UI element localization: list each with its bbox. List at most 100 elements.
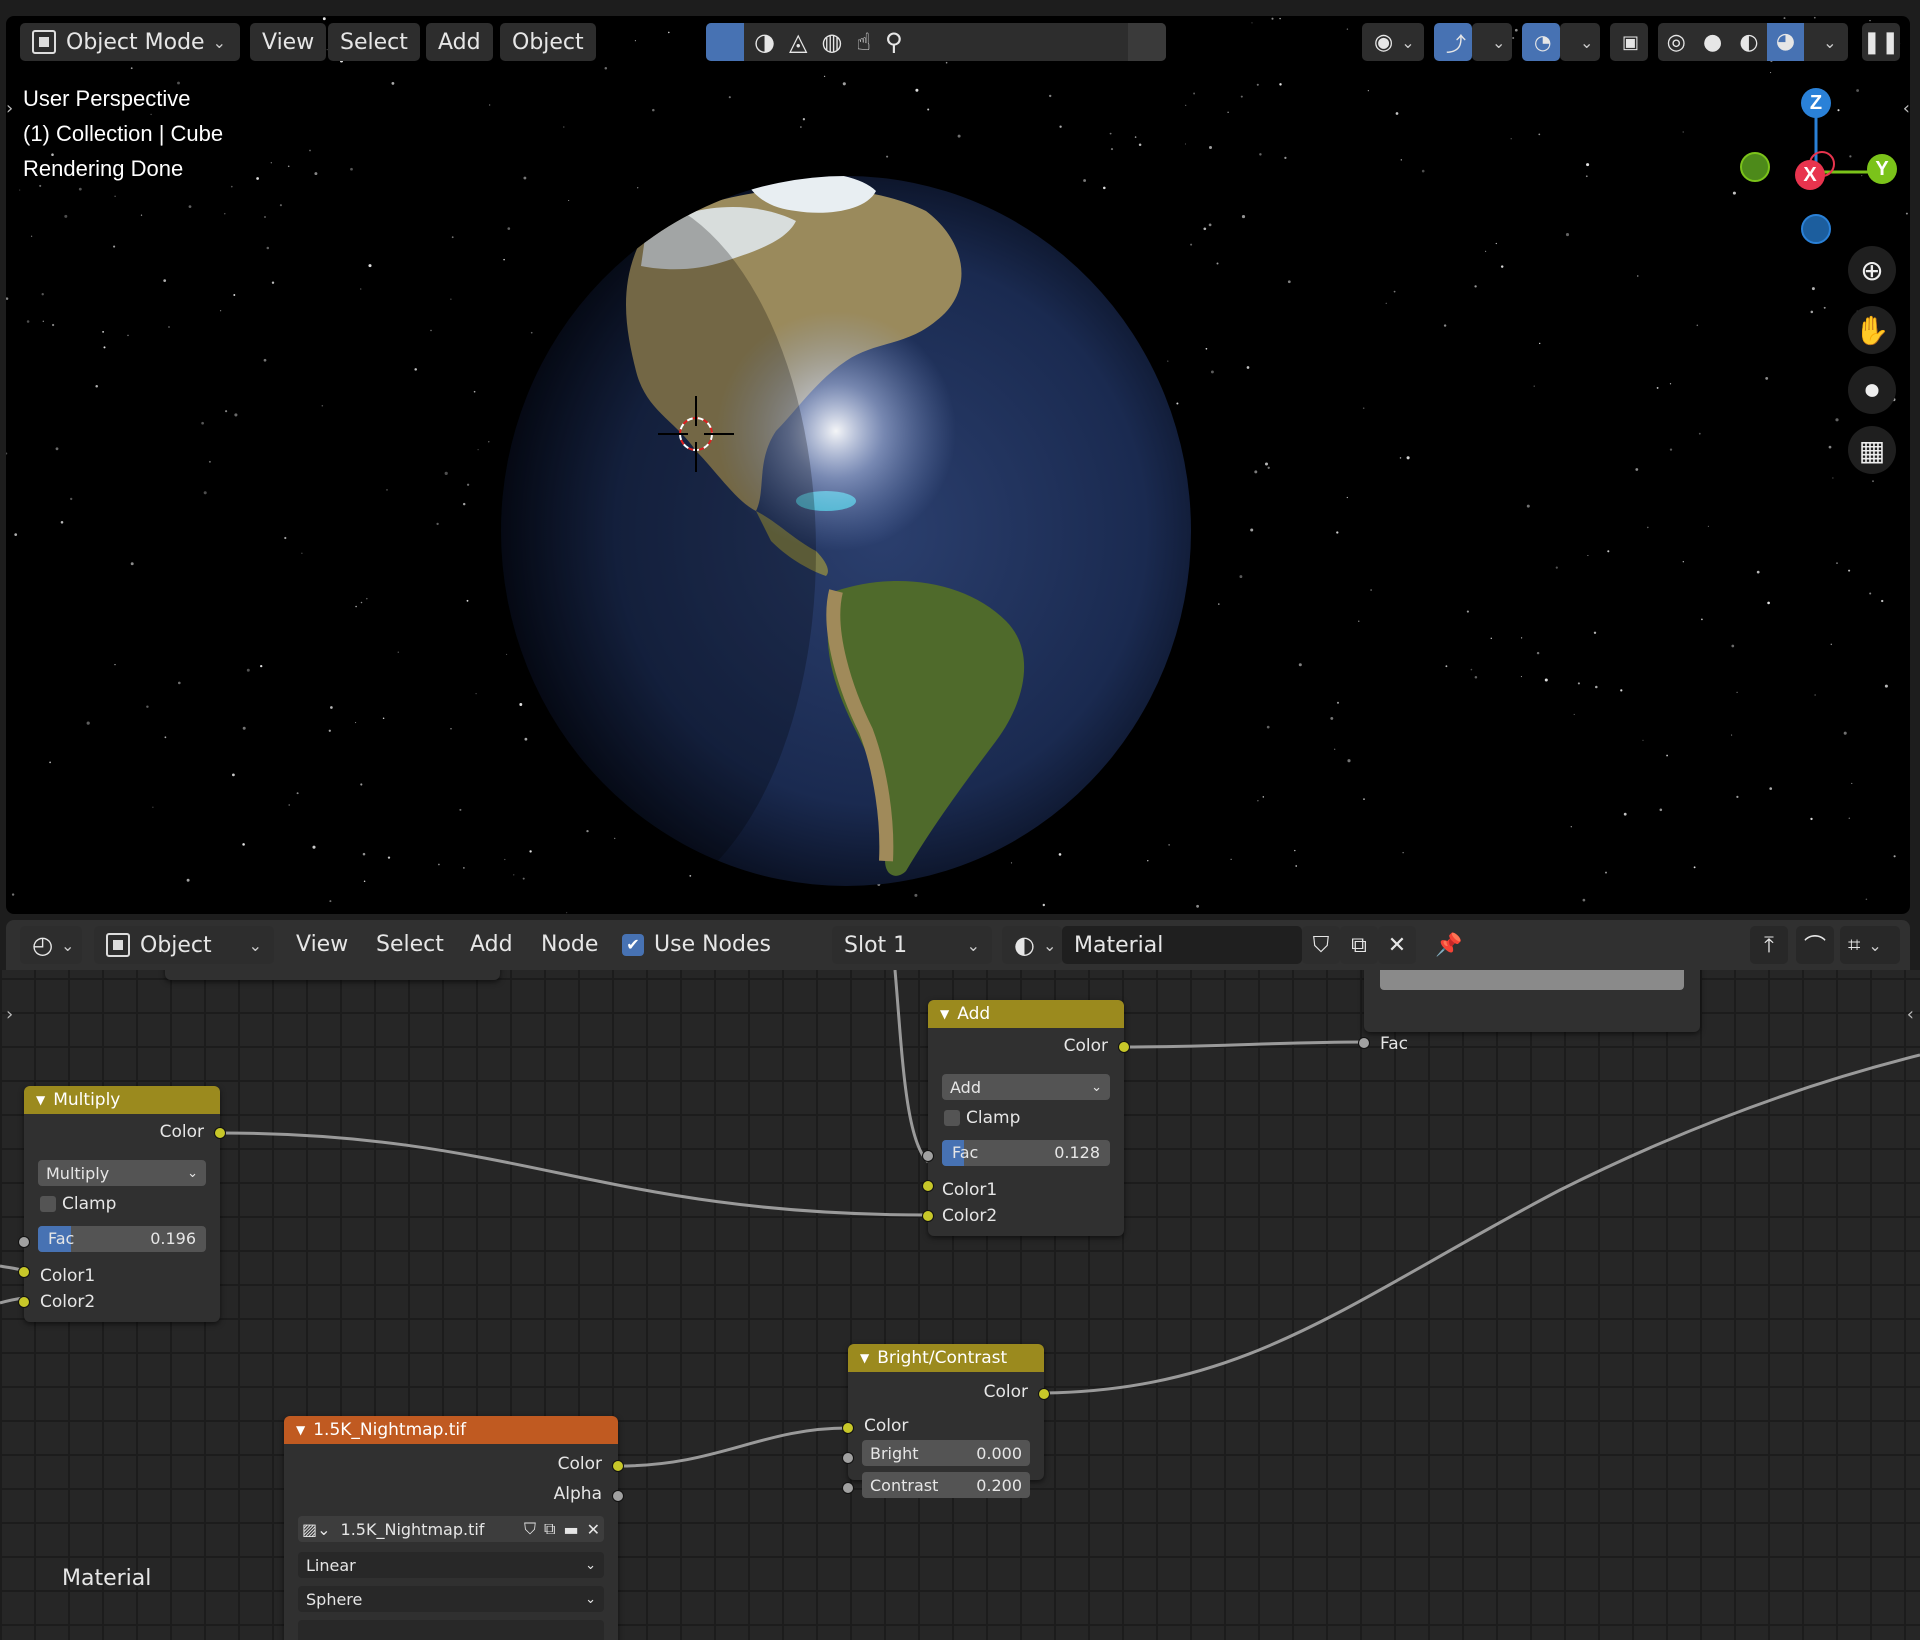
multiply-node-header[interactable]: ▼ Multiply	[24, 1086, 220, 1114]
add-mix-node[interactable]: ▼ Add Color Add ⌄ Clamp Fac 0.128 Color1 C…	[928, 1000, 1124, 1236]
parent-node-tree-button[interactable]: ⤒	[1750, 926, 1788, 964]
bright-contrast-header[interactable]: ▼ Bright/Contrast	[848, 1344, 1044, 1372]
node-menu-select[interactable]: Select	[376, 932, 444, 957]
add-fac-input-socket[interactable]	[922, 1150, 934, 1162]
light-icon[interactable]: ◬	[789, 28, 807, 56]
close-icon[interactable]: ✕	[587, 1520, 600, 1539]
3d-viewport[interactable]: Object Mode ⌄ View Select Add Object ◑ ◬…	[6, 16, 1910, 914]
gizmo-x-axis[interactable]: X	[1795, 160, 1825, 190]
projection-dropdown[interactable]: Sphere ⌄	[298, 1586, 604, 1612]
duplicate-material-button[interactable]: ⧉	[1340, 926, 1378, 964]
editor-type-dropdown[interactable]: ◴ ⌄	[20, 926, 82, 964]
collapse-triangle-icon[interactable]: ▼	[296, 1423, 305, 1437]
solid-shading-icon[interactable]: ●	[1694, 30, 1730, 55]
image-alpha-output-socket[interactable]	[612, 1490, 624, 1502]
shading-sphere-icon[interactable]: ◑	[754, 28, 775, 56]
earth-globe[interactable]	[496, 171, 1196, 891]
bright-contrast-color-input-socket[interactable]	[842, 1422, 854, 1434]
material-browse-button[interactable]: ◐ ⌄	[1002, 926, 1062, 964]
multiply-output-color-socket[interactable]	[214, 1127, 226, 1139]
multiply-fac-input-socket[interactable]	[18, 1236, 30, 1248]
add-node-header[interactable]: ▼ Add	[928, 1000, 1124, 1028]
pause-render-button[interactable]: ❚❚	[1862, 23, 1900, 61]
gizmo-y-axis[interactable]: Y	[1867, 154, 1897, 184]
gizmo-dropdown[interactable]: ⌄	[1472, 23, 1512, 61]
wireframe-shading-icon[interactable]: ◎	[1658, 30, 1694, 55]
viewport-menu-add[interactable]: Add	[426, 23, 493, 61]
add-clamp-checkbox[interactable]	[944, 1110, 960, 1126]
collapse-triangle-icon[interactable]: ▼	[940, 1007, 949, 1021]
node-menu-node[interactable]: Node	[541, 932, 598, 957]
mix-fac-input-socket[interactable]	[1358, 1037, 1370, 1049]
node-editor-canvas[interactable]: › ‹ Fac ▼ Add Color Add ⌄ Clamp Fac 0.128 …	[0, 970, 1920, 1640]
chevron-down-icon[interactable]: ⌄	[1812, 33, 1848, 52]
add-output-color-socket[interactable]	[1118, 1041, 1130, 1053]
snap-settings-dropdown[interactable]: ⌗ ⌄	[1840, 926, 1900, 964]
add-color2-input-socket[interactable]	[922, 1210, 934, 1222]
overlays-dropdown[interactable]: ⌄	[1560, 23, 1600, 61]
viewport-menu-select[interactable]: Select	[328, 23, 420, 61]
multiply-fac-slider[interactable]: Fac 0.196	[38, 1226, 206, 1252]
overlays-toggle-button[interactable]: ◔	[1522, 23, 1560, 61]
shader-type-dropdown[interactable]: Object ⌄	[94, 926, 274, 964]
mix-node-partial[interactable]	[1364, 970, 1700, 1032]
pin-button[interactable]: 📌	[1430, 926, 1468, 964]
object-mode-dropdown[interactable]: Object Mode ⌄	[20, 23, 240, 61]
color-swatch-field[interactable]	[1380, 970, 1684, 990]
add-fac-slider[interactable]: Fac 0.128	[942, 1140, 1110, 1166]
toolbar-end-icon[interactable]	[1128, 23, 1166, 61]
bright-contrast-node[interactable]: ▼ Bright/Contrast Color Color Bright 0.000	[848, 1344, 1044, 1480]
duplicate-icon[interactable]: ⧉	[544, 1519, 555, 1539]
contrast-input-socket[interactable]	[842, 1482, 854, 1494]
visibility-dropdown[interactable]: ◉ ⌄	[1362, 23, 1424, 61]
viewport-menu-view[interactable]: View	[250, 23, 327, 61]
bright-contrast-output-socket[interactable]	[1038, 1388, 1050, 1400]
gizmo-toggle-button[interactable]: ⤴	[1434, 23, 1472, 61]
collapse-triangle-icon[interactable]: ▼	[860, 1351, 869, 1365]
image-file-name[interactable]: 1.5K_Nightmap.tif	[341, 1520, 485, 1539]
image-browse-icon[interactable]: ▨⌄	[302, 1520, 331, 1539]
node-menu-add[interactable]: Add	[470, 932, 513, 957]
bright-input-socket[interactable]	[842, 1452, 854, 1464]
unlink-material-button[interactable]: ✕	[1378, 926, 1416, 964]
collapse-triangle-icon[interactable]: ▼	[36, 1093, 45, 1107]
image-texture-node[interactable]: ▼ 1.5K_Nightmap.tif Color Alpha ▨⌄ 1.5K_N…	[284, 1416, 618, 1640]
image-color-output-socket[interactable]	[612, 1460, 624, 1472]
gizmo-neg-y-axis[interactable]	[1740, 152, 1770, 182]
hand-pan-icon[interactable]: ✋	[1848, 306, 1896, 354]
multiply-color2-input-socket[interactable]	[18, 1296, 30, 1308]
image-texture-header[interactable]: ▼ 1.5K_Nightmap.tif	[284, 1416, 618, 1444]
multiply-color1-input-socket[interactable]	[18, 1266, 30, 1278]
node-menu-view[interactable]: View	[296, 932, 348, 957]
rendered-shading-icon[interactable]: ◕	[1767, 23, 1804, 61]
gizmo-z-axis[interactable]: Z	[1801, 88, 1831, 118]
interpolation-dropdown[interactable]: Linear ⌄	[298, 1552, 604, 1578]
folder-icon[interactable]: ▬	[563, 1520, 578, 1539]
3d-cursor-icon[interactable]	[658, 396, 734, 472]
xray-toggle-button[interactable]: ▣	[1610, 23, 1648, 61]
hand-icon[interactable]: ☝	[856, 28, 871, 56]
select-box-icon[interactable]	[706, 23, 744, 61]
left-panel-toggle-icon[interactable]: ›	[6, 98, 13, 119]
offscreen-node-topleft[interactable]	[165, 970, 500, 980]
chevron-down-icon[interactable]: ⌄	[967, 936, 980, 955]
extension-dropdown[interactable]	[298, 1620, 604, 1640]
right-sidebar-toggle-icon[interactable]: ‹	[1907, 1004, 1914, 1025]
search-icon[interactable]: ⚲	[885, 28, 903, 56]
material-name-field[interactable]: Material	[1062, 926, 1302, 964]
add-color1-input-socket[interactable]	[922, 1180, 934, 1192]
slot-dropdown[interactable]: Slot 1 ⌄	[832, 926, 992, 964]
viewport-menu-object[interactable]: Object	[500, 23, 596, 61]
material-shading-icon[interactable]: ◐	[1731, 30, 1767, 55]
left-sidebar-toggle-icon[interactable]: ›	[6, 1004, 13, 1025]
image-datablock-selector[interactable]: ▨⌄ 1.5K_Nightmap.tif ⛉ ⧉ ▬ ✕	[298, 1516, 604, 1542]
multiply-blend-mode-dropdown[interactable]: Multiply ⌄	[38, 1160, 206, 1186]
contrast-field[interactable]: Contrast 0.200	[862, 1472, 1030, 1498]
shield-icon[interactable]: ⛉	[524, 1519, 536, 1539]
grid-ortho-icon[interactable]: ▦	[1848, 426, 1896, 474]
bright-field[interactable]: Bright 0.000	[862, 1440, 1030, 1466]
add-blend-mode-dropdown[interactable]: Add ⌄	[942, 1074, 1110, 1100]
snap-toggle-button[interactable]: ⌒	[1796, 926, 1834, 964]
multiply-mix-node[interactable]: ▼ Multiply Color Multiply ⌄ Clamp Fac 0.19…	[24, 1086, 220, 1322]
use-nodes-checkbox[interactable]: ✔	[622, 934, 644, 956]
